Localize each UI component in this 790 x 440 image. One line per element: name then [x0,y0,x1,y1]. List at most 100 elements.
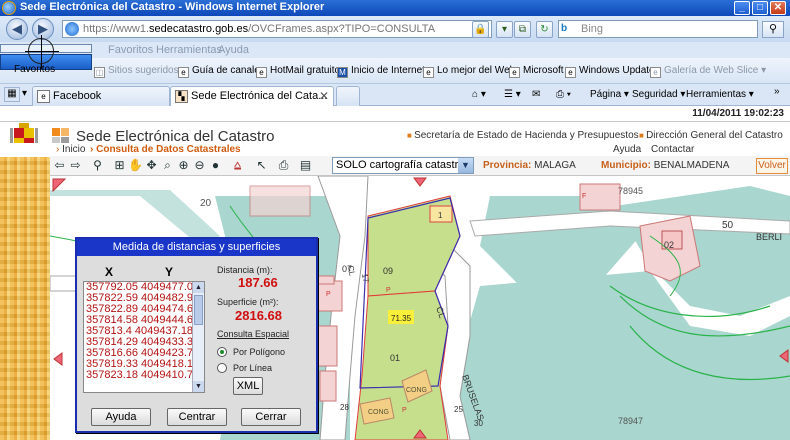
previous-view-icon[interactable]: ⇦ [52,158,67,173]
read-mail-icon[interactable]: ✉ [532,89,540,100]
search-button[interactable]: ⚲ [762,21,784,38]
map-label: BERLI [756,232,782,242]
webslice-icon: e [650,67,661,78]
zoom-in-icon[interactable]: ⊕ [176,158,191,173]
globe-icon[interactable]: ● [208,158,223,173]
quick-tabs-icon[interactable]: ▦ [4,87,20,102]
map-label: 1 [438,211,443,220]
link-secretaria[interactable]: Secretaría de Estado de Hacienda y Presu… [407,130,639,141]
pan-hand-icon[interactable]: ✋ [128,158,143,173]
map-label: 30 [474,419,483,428]
suggested-sites-icon: ◫ [94,67,105,78]
coordinates-list[interactable]: 357792.05 4049477.04 357822.59 4049482.9… [83,281,205,393]
feeds-icon[interactable]: ☰ ▾ [504,89,521,100]
radio-line[interactable] [217,363,227,373]
close-tab-icon[interactable]: ✕ [319,89,329,103]
zoom-out-icon[interactable]: ⊖ [192,158,207,173]
map-label: 50 [722,220,734,231]
nav-contact[interactable]: Contactar [651,144,694,155]
search-placeholder: Bing [581,23,604,35]
measure-icon[interactable]: ⩠ [230,158,245,173]
favorite-internet-start[interactable]: M Inicio de Internet [337,65,425,78]
menu-tools[interactable]: Herramientas [156,44,222,56]
tools-menu[interactable]: Herramientas ▾ [686,89,754,100]
nav-help[interactable]: Ayuda [613,144,641,155]
radio-polygon[interactable] [217,347,227,357]
municipality-info: Municipio: BENALMADENA [601,160,730,171]
full-extent-icon[interactable]: ⊞ [112,158,127,173]
xml-button[interactable]: XML [233,377,263,395]
refresh-icon[interactable]: ↻ [536,21,553,38]
lock-icon[interactable]: 🔒 [472,21,489,38]
dropdown-arrow-icon[interactable]: ▾ [496,21,513,38]
window-title: Sede Electrónica del Catastro - Windows … [20,1,325,13]
map-label: 78945 [618,186,643,196]
url-field[interactable]: https://www1.sedecatastro.gob.es/OVCFram… [62,20,492,38]
page-icon: e [423,67,434,78]
tab-facebook[interactable]: e Facebook [32,86,170,106]
favorite-best-of-web[interactable]: e Lo mejor del Web [423,65,515,78]
favorite-web-slice-gallery[interactable]: e Galería de Web Slice ▾ [650,65,766,78]
help-button[interactable]: Ayuda [91,408,151,426]
distance-label: Distancia (m): [217,265,273,275]
spatial-query-label: Consulta Espacial [217,329,290,339]
search-input[interactable]: b Bing [558,20,758,38]
back-link-button[interactable]: Volver [756,158,788,174]
layer-select[interactable]: SOLO cartografía catastral ▼ [332,157,474,174]
maximize-button[interactable]: □ [752,1,768,15]
favorite-channel-guide[interactable]: e Guía de canales [178,65,265,78]
center-button[interactable]: Centrar [167,408,227,426]
map-toolbar: ⇦ ⇨ ⚲ ⊞ ✋ ✥ ⌕ ⊕ ⊖ ● ⩠ ↖ ⎙ ▤ SOLO cartogr… [50,156,790,176]
move-icon[interactable]: ✥ [144,158,159,173]
parcel-area-label: 71.35 [391,314,412,323]
building-label: CONG [368,409,389,416]
favorite-hotmail[interactable]: e HotMail gratuito [256,65,340,78]
security-menu[interactable]: Seguridad ▾ [632,89,685,100]
legend-icon[interactable]: ▤ [298,158,313,173]
distance-value: 187.66 [238,275,278,290]
page-menu[interactable]: Página ▾ [590,89,629,100]
radio-line-label: Por Línea [233,363,273,373]
column-x-header: X [105,265,114,279]
home-icon[interactable]: ⌂ ▾ [472,89,486,100]
pan-left-icon[interactable] [52,352,64,366]
favorite-windows-update[interactable]: e Windows Update [565,65,655,78]
scroll-up-icon[interactable]: ▲ [193,282,204,293]
print-map-icon[interactable]: ⎙ [276,158,291,173]
close-window-button[interactable]: ✕ [770,1,786,15]
favorite-suggested-sites[interactable]: ◫Sitios sugeridos ▾ [94,65,186,78]
map-label: P [326,291,331,298]
info-pointer-icon[interactable]: ↖ [254,158,269,173]
compatibility-view-icon[interactable]: ⧉ [514,21,531,38]
menu-favorites[interactable]: Favoritos [108,44,153,56]
area-value: 2816.68 [235,308,282,323]
new-tab-button[interactable] [336,86,360,106]
tab-catastro[interactable]: ▚ Sede Electrónica del Cata... ✕ [170,86,334,106]
menu-help[interactable]: Ayuda [218,44,249,56]
column-y-header: Y [165,265,174,279]
minimize-button[interactable]: _ [734,1,750,15]
more-commands-icon[interactable]: » [774,86,780,97]
print-icon[interactable]: ⎙ ▾ [556,89,571,100]
scroll-thumb[interactable] [194,295,203,325]
pan-up-left-icon[interactable] [52,178,66,192]
binoculars-icon[interactable]: ⚲ [90,158,105,173]
province-info: Provincia: MALAGA [483,160,576,171]
scroll-down-icon[interactable]: ▼ [193,381,204,392]
url-path: /OVCFrames.aspx?TIPO=CONSULTA [248,23,436,35]
map-label: 25 [454,405,463,414]
favorites-button[interactable]: Favoritos [14,64,55,75]
close-dialog-button[interactable]: Cerrar [241,408,301,426]
site-icon [65,22,79,36]
nav-home[interactable]: Inicio [56,144,85,155]
list-item[interactable]: 357823.18 4049410.7 [84,370,204,381]
measure-dialog: Medida de distancias y superficies X Y 3… [75,237,318,433]
zoom-box-icon[interactable]: ⌕ [160,158,175,173]
tab-list-icon[interactable]: ▾ [22,88,27,99]
list-scrollbar[interactable]: ▲ ▼ [192,282,204,392]
next-view-icon[interactable]: ⇨ [68,158,83,173]
link-direccion-general[interactable]: Dirección General del Catastro [639,130,783,141]
building-label: CONG [406,387,427,394]
nav-consulta[interactable]: Consulta de Datos Catastrales [90,144,241,155]
favorite-microsoft[interactable]: e Microsoft [509,65,564,78]
